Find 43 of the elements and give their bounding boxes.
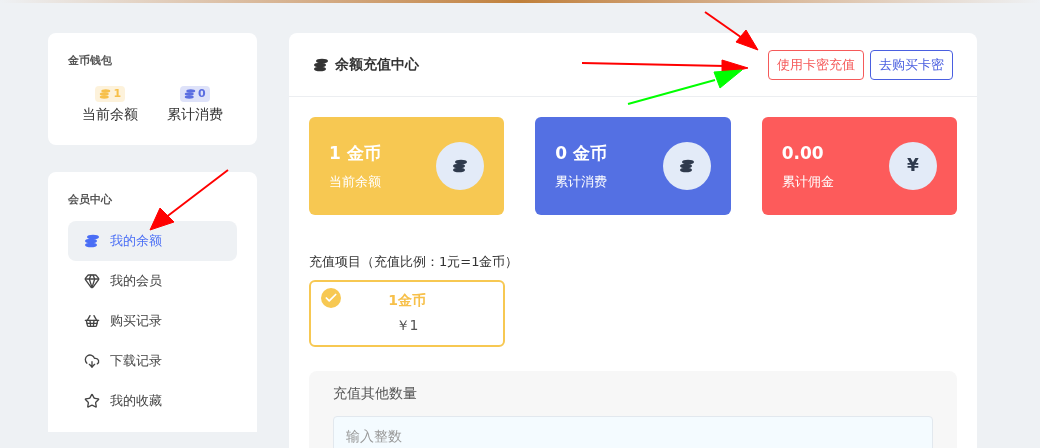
annotation-arrow [704, 11, 759, 51]
amount-input-field[interactable]: 输入整数 [333, 415, 933, 448]
card-title: 金币钱包 [68, 53, 113, 69]
card-title: 会员中心 [68, 192, 113, 208]
menu-item[interactable]: 我的余额 [68, 220, 237, 261]
coins-icon [452, 158, 469, 174]
count-badge: 0 [179, 85, 210, 102]
coin-amount: 1金币 [388, 291, 426, 310]
diamond-icon [84, 272, 100, 289]
coins-icon [313, 56, 329, 73]
stat-value: 0.00 [781, 141, 825, 165]
check-icon [321, 287, 341, 308]
coins-icon [183, 87, 196, 100]
card-title: 余额充值中心 [335, 55, 419, 74]
recharge-button[interactable]: 去购买卡密 [870, 49, 953, 80]
coins-icon [99, 87, 112, 100]
stat-value: 0 金币 [555, 141, 608, 165]
section-label: 充值其他数量 [333, 383, 418, 403]
stat-label: 累计消费 [166, 105, 223, 124]
yen-icon: ¥ [907, 153, 919, 179]
section-label: 充值项目（充值比例：1元=1金币） [309, 253, 520, 271]
cloud-download-icon [84, 352, 100, 369]
star-icon [84, 392, 100, 409]
menu-label: 我的收藏 [110, 391, 162, 410]
menu-item[interactable]: 我的会员 [68, 260, 237, 301]
menu-label: 我的余额 [110, 231, 162, 250]
coins-icon [84, 232, 100, 249]
stat-label: 累计佣金 [781, 173, 834, 191]
menu-item[interactable]: 购买记录 [68, 300, 237, 341]
stat-value: 1 金币 [329, 141, 381, 165]
menu-item[interactable]: 下载记录 [68, 340, 237, 381]
count-badge: 1 [95, 85, 126, 102]
menu-label: 下载记录 [110, 351, 162, 370]
coins-icon [678, 158, 695, 174]
recharge-option[interactable]: 1金币 ￥1 [309, 279, 505, 347]
menu-item[interactable]: 我的收藏 [68, 380, 237, 421]
basket-icon [84, 312, 100, 329]
menu-label: 购买记录 [110, 311, 162, 330]
stat-label: 当前余额 [82, 105, 139, 124]
stat-label: 累计消费 [555, 173, 608, 191]
menu-label: 我的会员 [110, 271, 162, 290]
stat-label: 当前余额 [329, 173, 381, 191]
price: ￥1 [395, 316, 419, 335]
